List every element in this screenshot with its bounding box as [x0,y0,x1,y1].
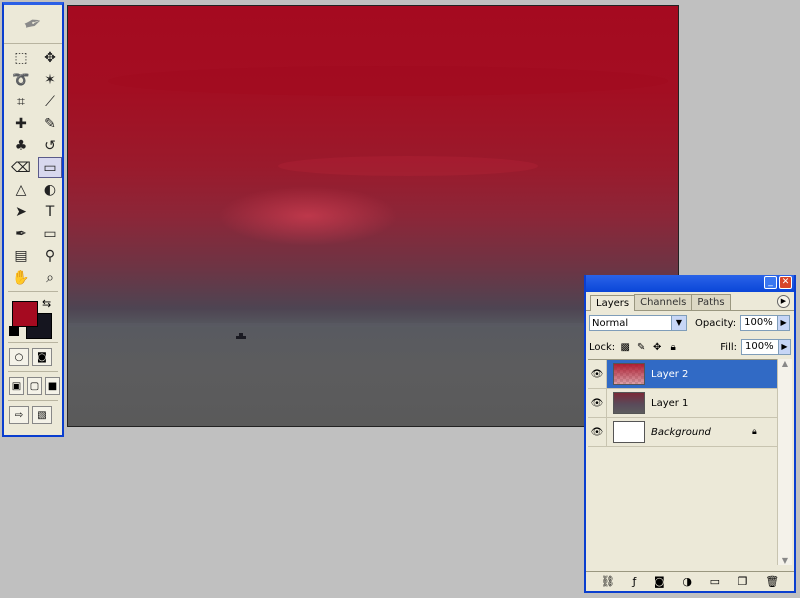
lock-position-icon[interactable]: ✥ [651,341,663,353]
scroll-up-icon[interactable]: ▲ [782,359,788,368]
type-icon[interactable]: T [38,201,62,222]
eyedropper-icon[interactable]: ⚲ [38,245,62,266]
move-icon[interactable]: ✥ [38,47,62,68]
boat [236,333,246,339]
layer-list-scrollbar[interactable]: ▲ ▼ [777,359,792,565]
quick-mask-icon[interactable]: ◙ [32,348,52,366]
layers-panel: _ ✕ Layers Channels Paths ▶ Normal ▼ Opa… [584,275,796,593]
eye-icon[interactable]: 👁︎ [588,389,607,417]
layer-row-layer-1[interactable]: 👁︎ Layer 1 [588,389,778,418]
adjustment-layer-icon[interactable]: ◑ [682,575,692,588]
lock-row: Lock: ▩ ✎ ✥ 🔒︎ Fill: 100% ▶ [586,335,794,359]
lock-all-icon[interactable]: 🔒︎ [667,341,679,353]
fill-slider-arrow-icon[interactable]: ▶ [779,339,791,355]
panel-titlebar[interactable]: _ ✕ [586,275,794,292]
lasso-icon[interactable]: ➰ [9,69,33,90]
layer-list: 👁︎ Layer 2 👁︎ Layer 1 👁︎ Background 🔒︎ [588,359,778,566]
blend-mode-value: Normal [592,317,629,329]
dodge-icon[interactable]: ◐ [38,179,62,200]
layer-row-layer-2[interactable]: 👁︎ Layer 2 [588,360,778,389]
toolbox-header[interactable]: ✒ [4,5,62,44]
eye-icon[interactable]: 👁︎ [588,360,607,388]
lock-transparency-icon[interactable]: ▩ [619,341,631,353]
tab-channels[interactable]: Channels [634,294,693,310]
marquee-icon[interactable]: ⬚ [9,47,33,68]
close-icon[interactable]: ✕ [779,276,792,289]
jump-row: ⇨ ▧ [4,404,62,426]
sky-cloud [108,66,668,96]
sky-cloud [278,156,538,176]
layer-row-background[interactable]: 👁︎ Background 🔒︎ [588,418,778,447]
eye-icon[interactable]: 👁︎ [588,418,607,446]
blend-mode-select[interactable]: Normal ▼ [589,315,687,331]
layer-name: Background [651,426,711,438]
layer-name: Layer 1 [651,397,689,409]
new-layer-icon[interactable]: ❐ [738,575,748,588]
full-screen-icon[interactable]: ■ [45,377,60,395]
color-swatches: ⇆ [4,295,62,339]
toolbox: ✒ ⬚ ✥ ➰ ✶ ⌗ ⟋ ✚ ✎ ♣ ↺ ⌫ ▭ △ ◐ ➤ T ✒ ▭ ▤ ⚲ ✋ ⌕ ⇆ ○ ◙ ▣ ▢ ■ ⇨ ▧ [2,2,64,437]
default-colors-icon[interactable] [9,326,19,336]
full-screen-menu-icon[interactable]: ▢ [27,377,42,395]
divider [8,342,58,343]
chevron-down-icon: ▼ [671,316,686,330]
sun-glow [218,186,398,246]
divider [8,400,58,401]
layer-thumbnail [613,392,645,414]
standard-mode-icon[interactable]: ○ [9,348,29,366]
path-selection-icon[interactable]: ➤ [9,201,33,222]
layer-style-icon[interactable]: ƒ [632,575,636,588]
zoom-icon[interactable]: ⌕ [38,267,62,288]
tab-paths[interactable]: Paths [691,294,731,310]
panel-tabs: Layers Channels Paths ▶ [586,292,794,311]
opacity-label: Opacity: [695,317,737,329]
layer-lock-icon: 🔒︎ [752,427,757,437]
lock-label: Lock: [589,341,616,353]
blend-row: Normal ▼ Opacity: 100% ▶ [586,311,794,335]
imageready-icon[interactable]: ▧ [32,406,52,424]
rectangle-icon[interactable]: ▭ [38,223,62,244]
standard-screen-icon[interactable]: ▣ [9,377,24,395]
fill-label: Fill: [720,341,737,353]
panel-menu-icon[interactable]: ▶ [777,295,790,308]
mask-mode-row: ○ ◙ [4,346,62,368]
screen-mode-row: ▣ ▢ ■ [4,375,62,397]
hand-icon[interactable]: ✋ [9,267,33,288]
foreground-color-swatch[interactable] [12,301,38,327]
jump-to-imageready-icon[interactable]: ⇨ [9,406,29,424]
eraser-icon[interactable]: ⌫ [9,157,33,178]
panel-bottom-bar: ⛓ ƒ ◙ ◑ ▭ ❐ 🗑︎ [586,571,794,591]
minimize-icon[interactable]: _ [764,276,777,289]
layer-thumbnail [613,363,645,385]
scroll-down-icon[interactable]: ▼ [782,556,788,565]
opacity-input[interactable]: 100% [740,315,779,331]
notes-icon[interactable]: ▤ [9,245,33,266]
lock-image-icon[interactable]: ✎ [635,341,647,353]
clone-stamp-icon[interactable]: ♣ [9,135,33,156]
slice-icon[interactable]: ⟋ [38,91,62,112]
magic-wand-icon[interactable]: ✶ [38,69,62,90]
link-layers-icon[interactable]: ⛓ [601,575,615,588]
new-group-icon[interactable]: ▭ [710,575,720,588]
divider [8,371,58,372]
layer-mask-icon[interactable]: ◙ [654,575,665,588]
gradient-icon[interactable]: ▭ [38,157,62,178]
opacity-slider-arrow-icon[interactable]: ▶ [778,315,791,331]
divider [8,291,58,292]
crop-icon[interactable]: ⌗ [9,91,33,112]
history-brush-icon[interactable]: ↺ [38,135,62,156]
delete-layer-icon[interactable]: 🗑︎ [765,575,779,588]
pen-icon[interactable]: ✒ [9,223,33,244]
blur-icon[interactable]: △ [9,179,33,200]
feather-icon: ✒ [20,9,46,39]
swap-colors-icon[interactable]: ⇆ [42,297,51,310]
tab-layers[interactable]: Layers [590,295,636,311]
brush-icon[interactable]: ✎ [38,113,62,134]
healing-brush-icon[interactable]: ✚ [9,113,33,134]
layer-thumbnail [613,421,645,443]
layer-name: Layer 2 [651,368,689,380]
tool-grid: ⬚ ✥ ➰ ✶ ⌗ ⟋ ✚ ✎ ♣ ↺ ⌫ ▭ △ ◐ ➤ T ✒ ▭ ▤ ⚲ ✋ ⌕ [4,44,62,288]
fill-input[interactable]: 100% [741,339,779,355]
